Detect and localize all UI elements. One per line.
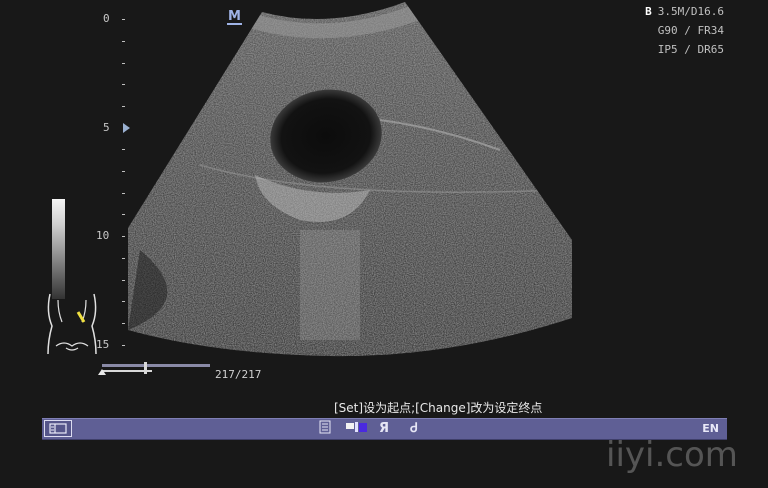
gain-framerate: G90 / FR34	[657, 24, 724, 37]
depth-tick	[122, 280, 125, 281]
cine-scrollbar-track[interactable]	[102, 364, 210, 367]
measurement-hint: [Set]设为起点;[Change]改为设定终点	[334, 401, 543, 415]
watermark: iiyi.com	[606, 435, 738, 475]
mirror-r-icon[interactable]: Я	[376, 420, 392, 438]
ip-dynamic-range: IP5 / DR65	[657, 43, 724, 56]
cine-scrollbar-handle[interactable]	[144, 362, 147, 374]
panel-icon	[49, 423, 67, 434]
rotate-icon[interactable]: Ꮷ	[406, 420, 422, 438]
depth-label-10: 10	[96, 229, 110, 242]
depth-tick	[122, 149, 125, 150]
depth-tick	[122, 106, 125, 107]
mode-indicator: B	[645, 5, 652, 18]
depth-label-5: 5	[103, 121, 110, 134]
grayscale-bar	[52, 199, 65, 299]
imaging-parameters: B 3.5M/D16.6 G90 / FR34 IP5 / DR65	[645, 2, 724, 59]
focus-marker[interactable]	[123, 123, 130, 133]
ultrasound-screen: M 0 5 10 15 B 3.5M/D16.6 G90 / FR34 IP5 /…	[0, 0, 768, 488]
panel-toggle-button[interactable]	[44, 420, 72, 437]
depth-tick	[122, 258, 125, 259]
body-mark-icon	[47, 293, 97, 355]
cine-start-marker[interactable]	[98, 369, 106, 375]
color-bar-icon[interactable]	[345, 420, 369, 438]
depth-tick	[122, 171, 125, 172]
freq-depth: 3.5M/D16.6	[657, 5, 724, 18]
depth-tick	[122, 63, 125, 64]
ultrasound-image	[128, 2, 572, 357]
depth-tick	[122, 214, 125, 215]
mode-logo: M	[227, 9, 242, 25]
depth-tick	[122, 193, 125, 194]
depth-tick	[122, 84, 125, 85]
depth-tick	[122, 236, 125, 237]
frame-counter: 217/217	[215, 368, 262, 381]
depth-tick	[122, 301, 125, 302]
depth-tick	[122, 323, 125, 324]
depth-tick	[122, 19, 125, 20]
depth-tick	[122, 345, 125, 346]
depth-label-0: 0	[103, 12, 110, 25]
document-icon[interactable]	[318, 420, 332, 438]
depth-tick	[122, 41, 125, 42]
